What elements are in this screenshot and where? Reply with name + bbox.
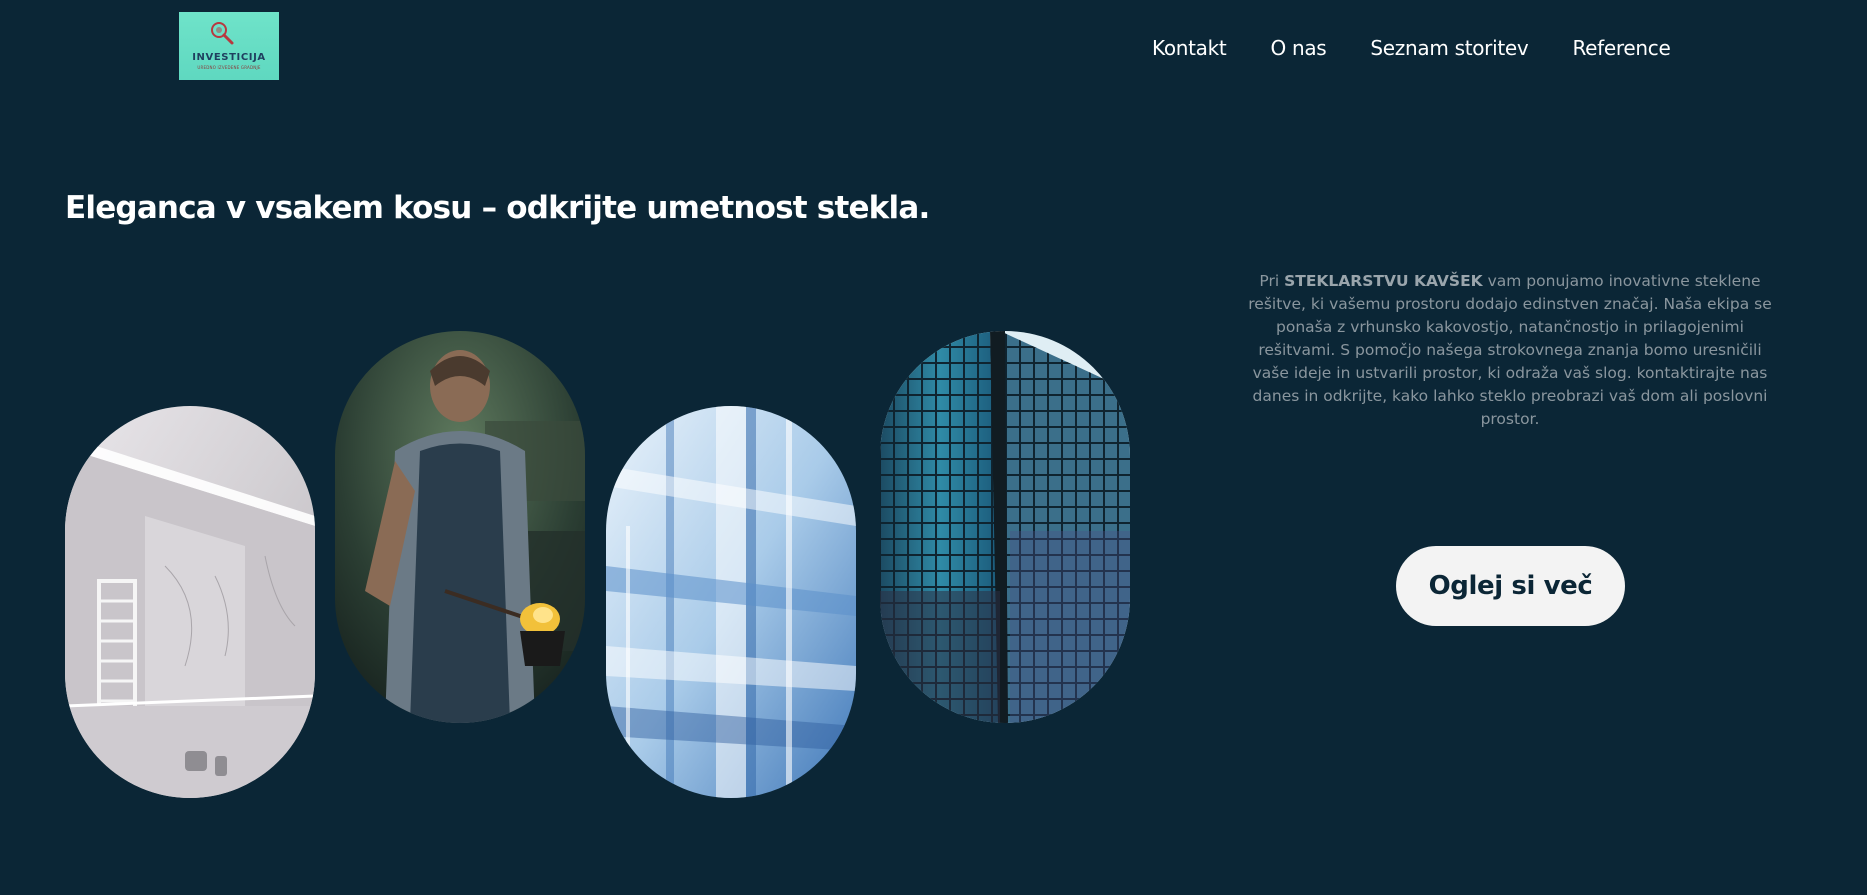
intro-body: vam ponujamo inovativne steklene rešitve… (1248, 272, 1772, 428)
nav-link-o-nas[interactable]: O nas (1270, 36, 1326, 60)
hero-headline: Eleganca v vsakem kosu – odkrijte umetno… (65, 190, 930, 226)
magnifier-icon (211, 22, 234, 45)
glass-skyscraper-image (880, 331, 1130, 723)
nav-link-reference[interactable]: Reference (1572, 36, 1670, 60)
logo-subtitle: UREDNO IZVEDENE GRADNJE (197, 65, 261, 70)
more-button[interactable]: Oglej si več (1396, 546, 1625, 626)
logo-title: INVESTICIJA (192, 52, 266, 63)
intro-prefix: Pri (1259, 272, 1285, 290)
nav-link-seznam-storitev[interactable]: Seznam storitev (1370, 36, 1528, 60)
brand-name: STEKLARSTVU KAVŠEK (1284, 272, 1483, 290)
bathroom-mirror-image (65, 406, 315, 798)
logo[interactable]: INVESTICIJA UREDNO IZVEDENE GRADNJE (179, 12, 279, 80)
nav-link-kontakt[interactable]: Kontakt (1152, 36, 1227, 60)
glassworker-image (335, 331, 585, 723)
intro-paragraph: Pri STEKLARSTVU KAVŠEK vam ponujamo inov… (1240, 270, 1780, 431)
glass-panels-image (606, 406, 856, 798)
main-nav: Kontakt O nas Seznam storitev Reference (1152, 36, 1671, 60)
page: INVESTICIJA UREDNO IZVEDENE GRADNJE Kont… (0, 0, 1867, 895)
